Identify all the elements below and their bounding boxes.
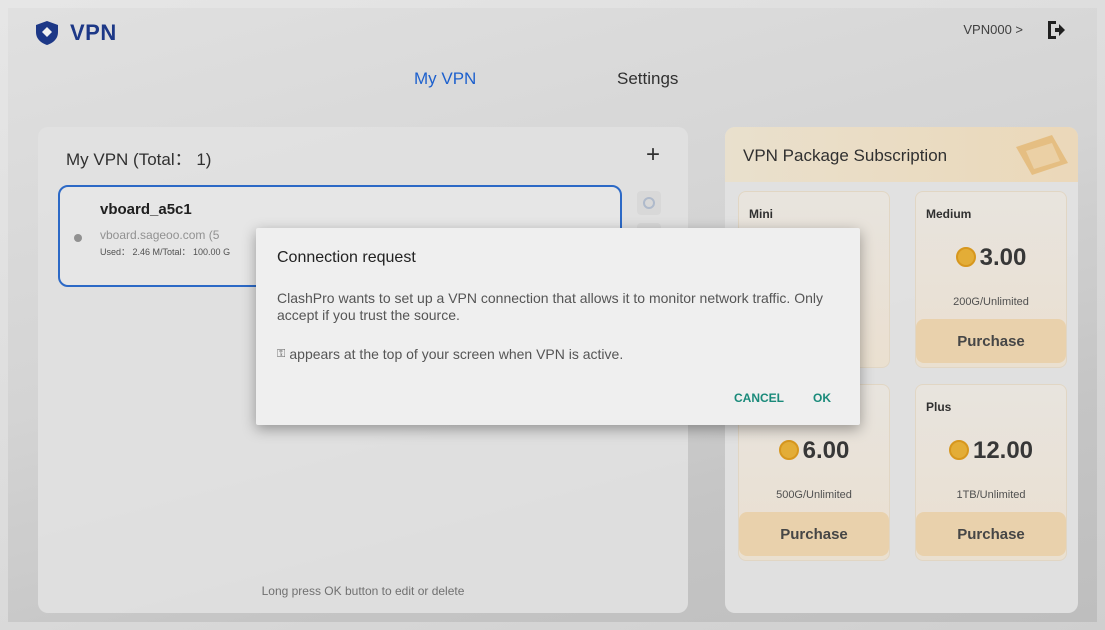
ok-button[interactable]: OK <box>813 391 831 405</box>
connection-request-dialog: Connection request ClashPro wants to set… <box>256 228 860 425</box>
key-icon: ⚿ <box>277 347 286 360</box>
cancel-button[interactable]: CANCEL <box>734 391 784 405</box>
dialog-note: ⚿ appears at the top of your screen when… <box>277 346 624 362</box>
dialog-message: ClashPro wants to set up a VPN connectio… <box>277 290 823 323</box>
dialog-title: Connection request <box>277 249 416 266</box>
